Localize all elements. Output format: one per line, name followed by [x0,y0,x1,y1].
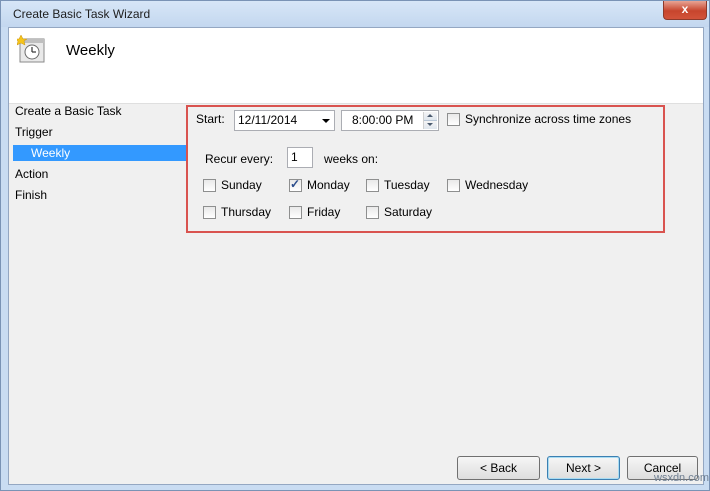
close-icon: x [681,2,689,16]
thursday-checkbox[interactable] [203,206,216,219]
next-button[interactable]: Next > [547,456,620,480]
watermark-text: wsxdn.com [654,472,710,484]
close-button[interactable]: x [663,1,707,20]
wednesday-label: Wednesday [465,178,529,192]
recur-weeks-value: 1 [291,150,298,164]
sync-time-zones-label: Synchronize across time zones [465,112,632,126]
recur-weeks-input[interactable]: 1 [287,147,313,168]
spin-up-icon[interactable] [424,112,437,121]
wizard-window: Create Basic Task Wizard x Weekly Create… [0,0,710,491]
start-label: Start: [196,112,225,126]
chevron-down-icon[interactable] [322,119,330,123]
page-title: Weekly [66,42,115,59]
saturday-label: Saturday [384,205,433,219]
time-spinner[interactable] [423,112,437,129]
start-date-value: 12/11/2014 [238,113,298,127]
friday-checkbox[interactable] [289,206,302,219]
friday-label: Friday [307,205,341,219]
nav-item-trigger[interactable]: Trigger [15,125,53,139]
tuesday-label: Tuesday [384,178,430,192]
saturday-checkbox[interactable] [366,206,379,219]
wizard-client-area: Weekly Create a Basic Task Trigger Weekl… [8,27,704,485]
tuesday-checkbox[interactable] [366,179,379,192]
back-button[interactable]: < Back [457,456,540,480]
nav-item-create-basic-task[interactable]: Create a Basic Task [15,104,122,118]
monday-label: Monday [307,178,350,192]
start-time-value: 8:00:00 PM [352,113,414,127]
nav-item-weekly[interactable]: Weekly [31,146,70,160]
sunday-label: Sunday [221,178,262,192]
title-bar[interactable]: Create Basic Task Wizard x [1,1,709,27]
monday-checkbox[interactable]: ✓ [289,177,302,192]
checkmark-icon: ✓ [290,177,301,191]
start-time-picker[interactable]: 8:00:00 PM [341,110,439,131]
nav-item-action[interactable]: Action [15,167,48,181]
nav-item-finish[interactable]: Finish [15,188,47,202]
weeks-on-label: weeks on: [324,152,379,166]
task-scheduler-clock-icon [17,34,45,63]
window-title: Create Basic Task Wizard [13,7,151,21]
spin-down-icon[interactable] [424,121,437,129]
sync-time-zones-checkbox[interactable] [447,113,460,126]
start-date-picker[interactable]: 12/11/2014 [234,110,335,131]
wizard-header: Weekly [9,28,703,104]
recur-every-label: Recur every: [205,152,274,166]
wednesday-checkbox[interactable] [447,179,460,192]
thursday-label: Thursday [221,205,272,219]
sunday-checkbox[interactable] [203,179,216,192]
